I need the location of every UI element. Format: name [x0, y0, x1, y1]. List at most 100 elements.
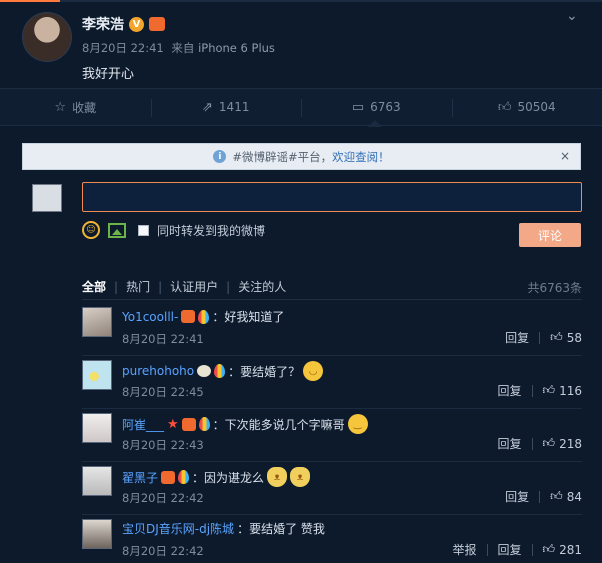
- balloon-icon: [198, 309, 210, 324]
- comment-time: 8月20日 22:42: [122, 491, 204, 505]
- like-count: 50504: [517, 100, 556, 114]
- reply-button[interactable]: 回复: [505, 329, 529, 346]
- commenter-name[interactable]: 阿崔___: [122, 416, 164, 433]
- comment-count: 6763: [370, 100, 401, 114]
- action-separator: [539, 331, 541, 344]
- verified-icon: V: [129, 16, 144, 32]
- top-border: [0, 0, 602, 2]
- blush-emoji-icon: ◡: [303, 361, 324, 381]
- comment-time: 8月20日 22:41: [122, 332, 204, 346]
- comment-like-button[interactable]: 👍︎ 218: [543, 436, 582, 451]
- commenter-name[interactable]: 翟黑子: [122, 469, 158, 486]
- commenter-name[interactable]: purehohoho: [122, 364, 194, 378]
- comment-total: 共6763条: [527, 281, 582, 295]
- commenter-avatar[interactable]: [82, 413, 112, 443]
- comment-line: 阿崔___ ★ ：下次能多说几个字嘛哥 ‿: [122, 414, 368, 434]
- commenter-avatar[interactable]: [82, 360, 112, 390]
- submit-comment-button[interactable]: 评论: [519, 223, 581, 247]
- action-bar: ☆ 收藏 ⇗ 1411 ▭ 6763 👍︎ 50504: [0, 88, 602, 126]
- thumb-up-icon: 👍︎: [542, 436, 556, 450]
- comment-like-button[interactable]: 👍︎ 281: [543, 542, 582, 557]
- tab-following[interactable]: 关注的人: [238, 278, 286, 295]
- comment-like-count: 84: [566, 489, 582, 504]
- tab-separator: |: [158, 279, 163, 294]
- post-meta: 8月20日 22:41 来自 iPhone 6 Plus: [82, 40, 275, 56]
- comment-text: ：要结婚了 赞我: [237, 522, 325, 536]
- comment-text: ：下次能多说几个字嘛哥: [212, 417, 345, 432]
- report-button[interactable]: 举报: [453, 541, 477, 558]
- comment-input[interactable]: [82, 182, 582, 212]
- notice-link[interactable]: 欢迎查阅！: [332, 149, 390, 165]
- star-icon: ☆: [54, 99, 67, 115]
- favorite-button[interactable]: ☆ 收藏: [0, 89, 151, 125]
- smile-emoji-icon: ‿: [347, 414, 368, 434]
- notice-text: #微博辟谣#平台，: [232, 149, 333, 164]
- balloon-icon: [198, 417, 210, 431]
- author-line: 李荣浩 V: [82, 14, 165, 34]
- forward-label: 同时转发到我的微博: [157, 223, 266, 238]
- author-avatar[interactable]: [22, 12, 72, 62]
- vip-crown-icon: [149, 17, 165, 31]
- thumb-up-icon: 👍︎: [550, 330, 563, 344]
- comment-actions: 举报 回复 👍︎ 281: [453, 541, 582, 558]
- reply-button[interactable]: 回复: [498, 435, 522, 452]
- action-separator: [531, 437, 533, 450]
- my-avatar: [32, 184, 62, 212]
- comment-like-count: 58: [566, 330, 582, 345]
- chevron-down-icon[interactable]: ⌄: [566, 8, 578, 24]
- repost-button[interactable]: ⇗ 1411: [150, 89, 302, 125]
- comment-line: 翟黑子 ：因为谌龙么 ᴥ ᴥ: [122, 467, 311, 487]
- comment-time: 8月20日 22:42: [122, 544, 204, 558]
- comment-item: 翟黑子 ：因为谌龙么 ᴥ ᴥ 8月20日 22:42 回复 👍︎ 84: [0, 461, 602, 514]
- comment-text: ：因为谌龙么: [192, 470, 265, 485]
- cat-emoji-icon: ᴥ: [290, 467, 311, 487]
- balloon-icon: [178, 470, 190, 484]
- vip-crown-icon: [181, 310, 196, 323]
- thumb-up-icon: 👍︎: [497, 99, 512, 115]
- post-date[interactable]: 8月20日 22:41: [82, 41, 164, 55]
- comment-item: 阿崔___ ★ ：下次能多说几个字嘛哥 ‿ 8月20日 22:43 回复 👍︎ …: [0, 408, 602, 461]
- balloon-icon: [214, 364, 226, 378]
- close-icon[interactable]: ×: [560, 149, 570, 163]
- commenter-avatar[interactable]: [82, 307, 112, 337]
- commenter-name[interactable]: Yo1coolll-: [122, 310, 178, 324]
- commenter-avatar[interactable]: [82, 519, 112, 549]
- notice-bar: i #微博辟谣#平台， 欢迎查阅！ ×: [22, 143, 581, 170]
- image-icon[interactable]: [108, 222, 126, 238]
- comment-time: 8月20日 22:43: [122, 438, 204, 452]
- comment-like-count: 218: [559, 436, 582, 451]
- thumb-up-icon: 👍︎: [542, 383, 556, 397]
- thumb-up-icon: 👍︎: [550, 489, 563, 503]
- comment-like-button[interactable]: 👍︎ 58: [550, 330, 582, 345]
- reply-button[interactable]: 回复: [498, 541, 522, 558]
- commenter-name[interactable]: 宝贝DJ音乐网-dj陈城: [122, 520, 234, 537]
- comment-icon: ▭: [351, 99, 365, 115]
- comment-like-button[interactable]: 👍︎ 84: [550, 489, 582, 504]
- tab-separator: |: [114, 279, 119, 294]
- action-separator: [531, 384, 533, 397]
- comment-item: purehohoho ：要结婚了？ ◡ 8月20日 22:45 回复 👍︎ 11…: [0, 355, 602, 408]
- comment-line: Yo1coolll- ：好我知道了: [122, 308, 284, 325]
- from-label: 来自: [171, 41, 195, 55]
- tab-all[interactable]: 全部: [82, 278, 106, 295]
- post-device[interactable]: iPhone 6 Plus: [198, 41, 275, 55]
- tab-hot[interactable]: 热门: [126, 278, 150, 295]
- comment-actions: 回复 👍︎ 58: [505, 329, 582, 346]
- action-separator: [531, 543, 533, 556]
- filter-divider: [82, 299, 582, 300]
- comment-like-button[interactable]: 👍︎ 116: [543, 383, 582, 398]
- comment-like-count: 116: [559, 383, 582, 398]
- comment-time: 8月20日 22:45: [122, 385, 204, 399]
- tab-verified[interactable]: 认证用户: [170, 278, 218, 295]
- info-icon: i: [213, 150, 227, 163]
- author-name[interactable]: 李荣浩: [82, 14, 124, 34]
- comment-item: Yo1coolll- ：好我知道了 8月20日 22:41 回复 👍︎ 58: [0, 302, 602, 355]
- emoji-icon[interactable]: ☺: [82, 221, 100, 239]
- reply-button[interactable]: 回复: [498, 382, 522, 399]
- forward-checkbox[interactable]: [138, 224, 149, 236]
- reply-button[interactable]: 回复: [505, 488, 529, 505]
- favorite-label: 收藏: [72, 100, 97, 115]
- commenter-avatar[interactable]: [82, 466, 112, 496]
- compose-tools: ☺ 同时转发到我的微博: [82, 221, 265, 239]
- like-button[interactable]: 👍︎ 50504: [451, 89, 602, 125]
